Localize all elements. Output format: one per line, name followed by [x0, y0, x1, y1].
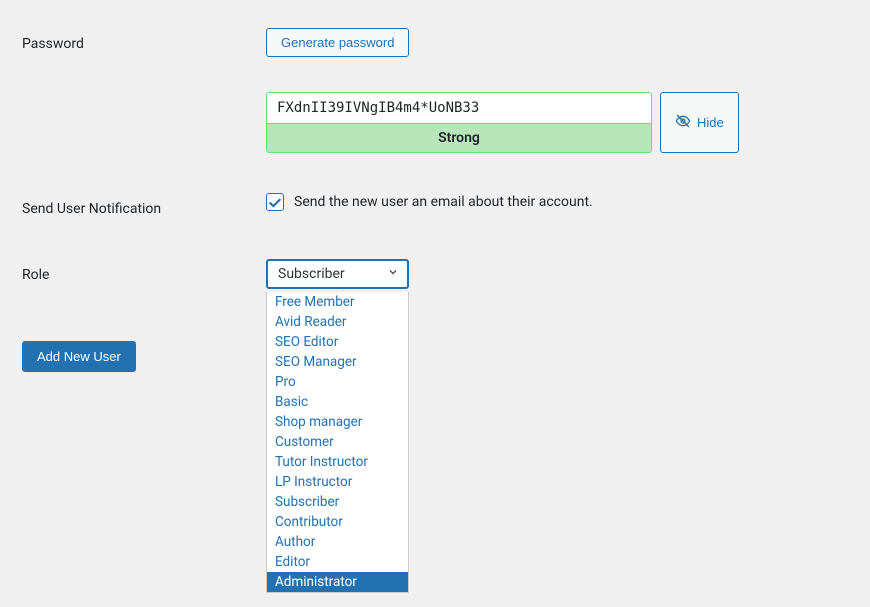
role-option[interactable]: SEO Editor — [267, 332, 408, 352]
password-strength-meter: Strong — [266, 123, 652, 153]
role-dropdown-list: Free MemberAvid ReaderSEO EditorSEO Mana… — [266, 292, 409, 593]
role-option[interactable]: Subscriber — [267, 492, 408, 512]
password-line: Strong Hide — [266, 92, 870, 153]
role-option[interactable]: Avid Reader — [267, 312, 408, 332]
role-option[interactable]: Author — [267, 532, 408, 552]
role-option[interactable]: Editor — [267, 552, 408, 572]
notification-description: Send the new user an email about their a… — [294, 194, 593, 210]
role-selected-label: Subscriber — [278, 266, 345, 282]
role-label: Role — [22, 259, 266, 283]
role-select[interactable]: Subscriber — [266, 259, 409, 289]
chevron-down-icon — [387, 266, 399, 282]
role-option[interactable]: Customer — [267, 432, 408, 452]
generate-password-label: Generate password — [281, 35, 394, 50]
password-label: Password — [22, 28, 266, 52]
notification-row: Send User Notification Send the new user… — [22, 193, 870, 217]
add-new-user-label: Add New User — [37, 349, 121, 364]
hide-password-button[interactable]: Hide — [660, 92, 739, 153]
password-input-wrap: Strong — [266, 92, 652, 153]
password-field-col: Generate password Strong Hide — [266, 28, 870, 153]
notification-label: Send User Notification — [22, 193, 266, 217]
role-option[interactable]: SEO Manager — [267, 352, 408, 372]
role-option[interactable]: Administrator — [267, 572, 408, 592]
hide-button-label: Hide — [697, 115, 724, 130]
role-row: Role Subscriber Free MemberAvid ReaderSE… — [22, 259, 870, 289]
generate-password-button[interactable]: Generate password — [266, 28, 409, 57]
notification-field-col: Send the new user an email about their a… — [266, 193, 870, 211]
check-icon — [267, 194, 283, 211]
role-option[interactable]: Free Member — [267, 292, 408, 312]
role-option[interactable]: Contributor — [267, 512, 408, 532]
role-option[interactable]: Basic — [267, 392, 408, 412]
role-option[interactable]: Tutor Instructor — [267, 452, 408, 472]
send-notification-checkbox[interactable] — [266, 193, 284, 211]
role-select-wrap: Subscriber Free MemberAvid ReaderSEO Edi… — [266, 259, 409, 289]
role-field-col: Subscriber Free MemberAvid ReaderSEO Edi… — [266, 259, 870, 289]
password-row: Password Generate password Strong Hide — [22, 28, 870, 153]
role-option[interactable]: Shop manager — [267, 412, 408, 432]
submit-row: Add New User — [22, 341, 870, 372]
password-input[interactable] — [266, 92, 652, 123]
role-option[interactable]: LP Instructor — [267, 472, 408, 492]
add-new-user-button[interactable]: Add New User — [22, 341, 136, 372]
eye-slash-icon — [675, 113, 691, 132]
role-option[interactable]: Pro — [267, 372, 408, 392]
